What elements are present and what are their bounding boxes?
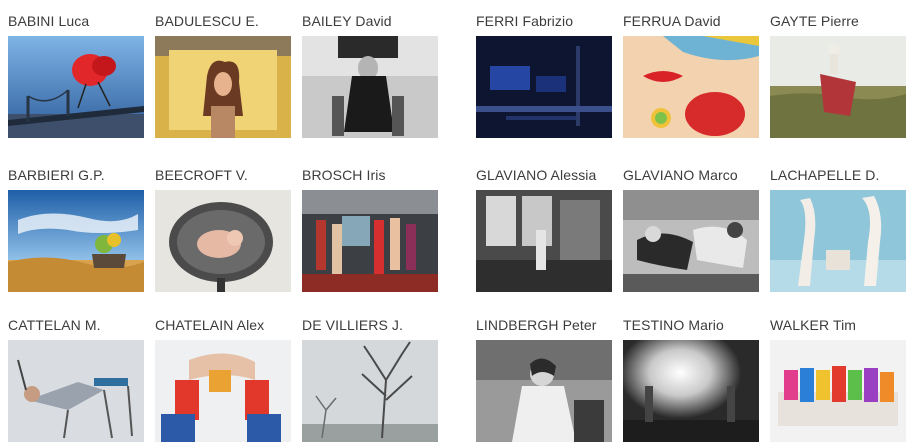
photographer-card[interactable]: LACHAPELLE D. (770, 166, 906, 292)
colored-cylinders-figure-photo[interactable] (155, 340, 291, 442)
photographer-name[interactable]: DE VILLIERS J. (302, 316, 438, 340)
photographer-name[interactable]: GLAVIANO Alessia (476, 166, 612, 190)
photographer-card[interactable]: FERRUA David (623, 12, 759, 138)
photographer-card[interactable]: BEECROFT V. (155, 166, 291, 292)
field-figure-flag-photo[interactable] (770, 36, 906, 138)
photographer-name[interactable]: FERRI Fabrizio (476, 12, 612, 36)
photographer-card[interactable]: BARBIERI G.P. (8, 166, 144, 292)
dark-blue-interior-photo[interactable] (476, 36, 612, 138)
bare-tree-grey-sky-photo[interactable] (302, 340, 438, 442)
photographer-card[interactable]: WALKER Tim (770, 316, 906, 442)
figures-in-colorful-room-photo[interactable] (302, 190, 438, 292)
woman-yellow-backdrop-photo[interactable] (155, 36, 291, 138)
photographer-name[interactable]: CATTELAN M. (8, 316, 144, 340)
photographer-name[interactable]: BADULESCU E. (155, 12, 291, 36)
photographer-card[interactable]: BAILEY David (302, 12, 438, 138)
photographer-name[interactable]: BAILEY David (302, 12, 438, 36)
bw-bright-window-photo[interactable] (623, 340, 759, 442)
bw-loft-interior-photo[interactable] (476, 190, 612, 292)
baby-in-chair-photo[interactable] (155, 190, 291, 292)
photographer-card[interactable]: GAYTE Pierre (770, 12, 906, 138)
bw-figure-chair-photo[interactable] (302, 36, 438, 138)
photographer-name[interactable]: WALKER Tim (770, 316, 906, 340)
photographer-name[interactable]: BROSCH Iris (302, 166, 438, 190)
desert-sky-still-life-photo[interactable] (8, 190, 144, 292)
photographer-card[interactable]: GLAVIANO Marco (623, 166, 759, 292)
photographer-card[interactable]: CATTELAN M. (8, 316, 144, 442)
photographer-name[interactable]: BARBIERI G.P. (8, 166, 144, 190)
photographer-name[interactable]: BEECROFT V. (155, 166, 291, 190)
photographer-card[interactable]: FERRI Fabrizio (476, 12, 612, 138)
photographer-name[interactable]: GLAVIANO Marco (623, 166, 759, 190)
photographer-name[interactable]: FERRUA David (623, 12, 759, 36)
photographer-name[interactable]: BABINI Luca (8, 12, 144, 36)
red-chair-over-bridge-photo[interactable] (8, 36, 144, 138)
bw-models-lounging-photo[interactable] (623, 190, 759, 292)
photographer-card[interactable]: TESTINO Mario (623, 316, 759, 442)
photographer-card[interactable]: BADULESCU E. (155, 12, 291, 138)
photographer-name[interactable]: CHATELAIN Alex (155, 316, 291, 340)
red-lips-popart-photo[interactable] (623, 36, 759, 138)
photographer-card[interactable]: BROSCH Iris (302, 166, 438, 292)
photographer-name[interactable]: GAYTE Pierre (770, 12, 906, 36)
group-on-sofa-photo[interactable] (770, 340, 906, 442)
photographer-name[interactable]: TESTINO Mario (623, 316, 759, 340)
mannequins-blue-room-photo[interactable] (770, 190, 906, 292)
photographer-card[interactable]: GLAVIANO Alessia (476, 166, 612, 292)
bw-woman-portrait-photo[interactable] (476, 340, 612, 442)
photographer-card[interactable]: CHATELAIN Alex (155, 316, 291, 442)
reclining-figure-chair-photo[interactable] (8, 340, 144, 442)
photographer-name[interactable]: LACHAPELLE D. (770, 166, 906, 190)
photographer-card[interactable]: LINDBERGH Peter (476, 316, 612, 442)
photographer-card[interactable]: BABINI Luca (8, 12, 144, 138)
photographer-card[interactable]: DE VILLIERS J. (302, 316, 438, 442)
photographer-gallery: BABINI Luca BADULESCU E. BAILEY David BA… (0, 0, 914, 442)
photographer-name[interactable]: LINDBERGH Peter (476, 316, 612, 340)
